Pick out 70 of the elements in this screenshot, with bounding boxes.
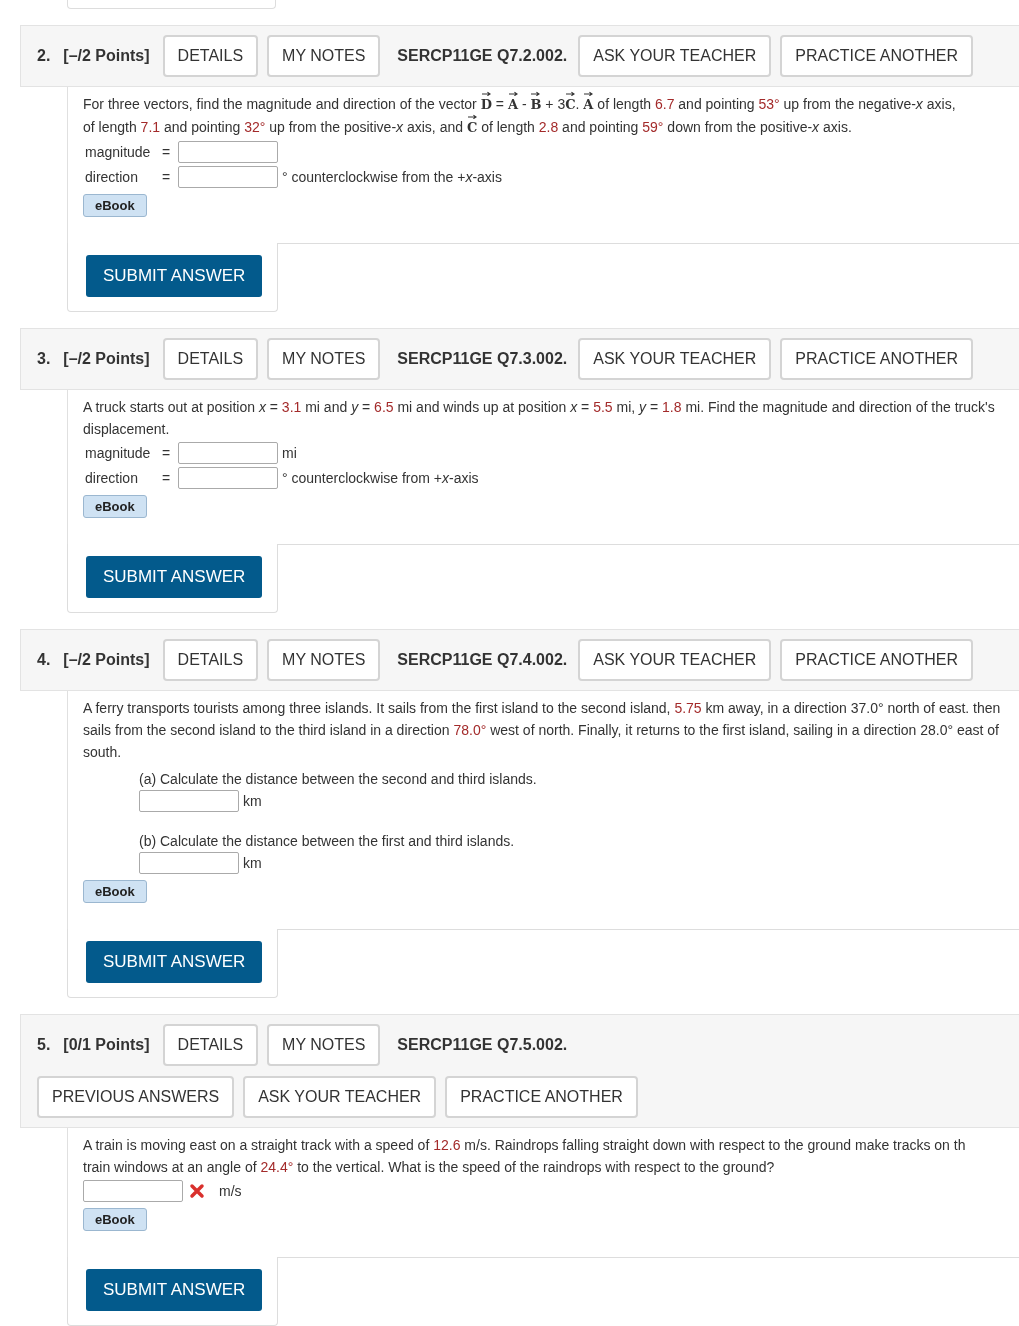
header-button[interactable]: ASK YOUR TEACHER — [578, 35, 772, 77]
header-button[interactable]: ASK YOUR TEACHER — [243, 1076, 437, 1118]
points-label: [–/2 Points] — [63, 47, 150, 65]
points-label: [–/2 Points] — [63, 651, 150, 669]
header-button[interactable]: ASK YOUR TEACHER — [578, 338, 772, 380]
vector-arrow-icon — [531, 91, 541, 96]
header-button[interactable]: PRACTICE ANOTHER — [780, 338, 973, 380]
header-button[interactable]: PREVIOUS ANSWERS — [37, 1076, 235, 1118]
header-button[interactable]: MY NOTES — [267, 1024, 381, 1066]
header-button[interactable]: DETAILS — [162, 338, 259, 380]
answer-field[interactable] — [178, 166, 278, 188]
ebook-button[interactable]: eBook — [83, 1208, 147, 1231]
question-code: SERCP11GE Q7.3.002. — [397, 350, 568, 368]
question-code: SERCP11GE Q7.4.002. — [397, 651, 568, 669]
vector-arrow-icon — [566, 91, 576, 96]
header-button[interactable]: DETAILS — [162, 1024, 259, 1066]
equals-sign: = — [162, 470, 172, 486]
points-label: [0/1 Points] — [63, 1036, 150, 1054]
answer-field[interactable] — [178, 442, 278, 464]
field-label: direction — [84, 470, 139, 486]
field-label: direction — [84, 169, 139, 185]
question-number: 2. — [37, 47, 51, 65]
question-text: A train is moving east on a straight track with a speed of 12.6 m/s. Raindrops falling straight down with respect to the ground make tracks on th train windows at an angle of 24.4° to the vertical. What is the speed of the raindrops with respect to the ground? — [83, 1136, 967, 1177]
points-label: [–/2 Points] — [63, 350, 150, 368]
vector-arrow-icon — [467, 114, 477, 119]
unit-label: km — [243, 855, 262, 871]
submit-button[interactable]: SUBMIT ANSWER — [86, 1269, 263, 1311]
unit-label: ° counterclockwise from +x-axis — [282, 470, 479, 486]
ebook-button[interactable]: eBook — [83, 495, 147, 518]
question-number: 5. — [37, 1036, 51, 1054]
ebook-button[interactable]: eBook — [83, 194, 147, 217]
ebook-button[interactable]: eBook — [83, 880, 147, 903]
unit-label: m/s — [219, 1183, 242, 1199]
unit-label: km — [243, 793, 262, 809]
answer-field[interactable] — [178, 467, 278, 489]
equals-sign: = — [162, 445, 172, 461]
vector-arrow-icon — [584, 91, 594, 96]
header-button[interactable]: DETAILS — [162, 35, 259, 77]
answer-field[interactable] — [139, 790, 239, 812]
unit-label: ° counterclockwise from the +x-axis — [282, 169, 502, 185]
header-button[interactable]: PRACTICE ANOTHER — [780, 639, 973, 681]
header-button[interactable]: MY NOTES — [267, 35, 381, 77]
question-text: For three vectors, find the magnitude and direction of the vector D = A - B + 3C. A of length 6.7 and pointing 53° up from the negative-x axis, of length 7.1 and pointing 32° up from the positive-x axis, and C of length 2.8 and pointing 59° down from the positive-x axis. — [83, 93, 1019, 139]
header-button[interactable]: PRACTICE ANOTHER — [445, 1076, 638, 1118]
submit-button[interactable]: SUBMIT ANSWER — [86, 556, 263, 598]
header-button[interactable]: MY NOTES — [267, 639, 381, 681]
field-label: magnitude — [84, 144, 152, 160]
submit-button[interactable]: SUBMIT ANSWER — [86, 255, 263, 297]
header-button[interactable]: MY NOTES — [267, 338, 381, 380]
question-number: 4. — [37, 651, 51, 669]
vector-arrow-icon — [508, 91, 518, 96]
header-button[interactable]: PRACTICE ANOTHER — [780, 35, 973, 77]
unit-label: mi — [282, 445, 297, 461]
question-code: SERCP11GE Q7.2.002. — [397, 47, 568, 65]
answer-field[interactable] — [178, 141, 278, 163]
equals-sign: = — [162, 144, 172, 160]
header-button[interactable]: ASK YOUR TEACHER — [578, 639, 772, 681]
question-text: A ferry transports tourists among three islands. It sails from the first island to the second island, 5.75 km away, in a direction 37.0° north of east. then sails from the second island to the third island in a direction 78.0° west of north. Finally, it returns to the first island, sailing in a direction 28.0° east of south. — [83, 699, 1002, 762]
header-button[interactable]: DETAILS — [162, 639, 259, 681]
answer-field[interactable] — [139, 852, 239, 874]
answer-field[interactable] — [83, 1180, 183, 1202]
submit-button[interactable]: SUBMIT ANSWER — [86, 941, 263, 983]
part-prompt: (a) Calculate the distance between the second and third islands. — [139, 771, 538, 787]
vector-arrow-icon — [481, 91, 491, 96]
field-label: magnitude — [84, 445, 152, 461]
question-number: 3. — [37, 350, 51, 368]
question-code: SERCP11GE Q7.5.002. — [397, 1036, 568, 1054]
part-prompt: (b) Calculate the distance between the first and third islands. — [139, 833, 516, 849]
question-text: A truck starts out at position x = 3.1 mi and y = 6.5 mi and winds up at position x = 5.5 mi, y = 1.8 mi. Find the magnitude and direction of the truck's displacement. — [83, 398, 996, 439]
equals-sign: = — [162, 169, 172, 185]
